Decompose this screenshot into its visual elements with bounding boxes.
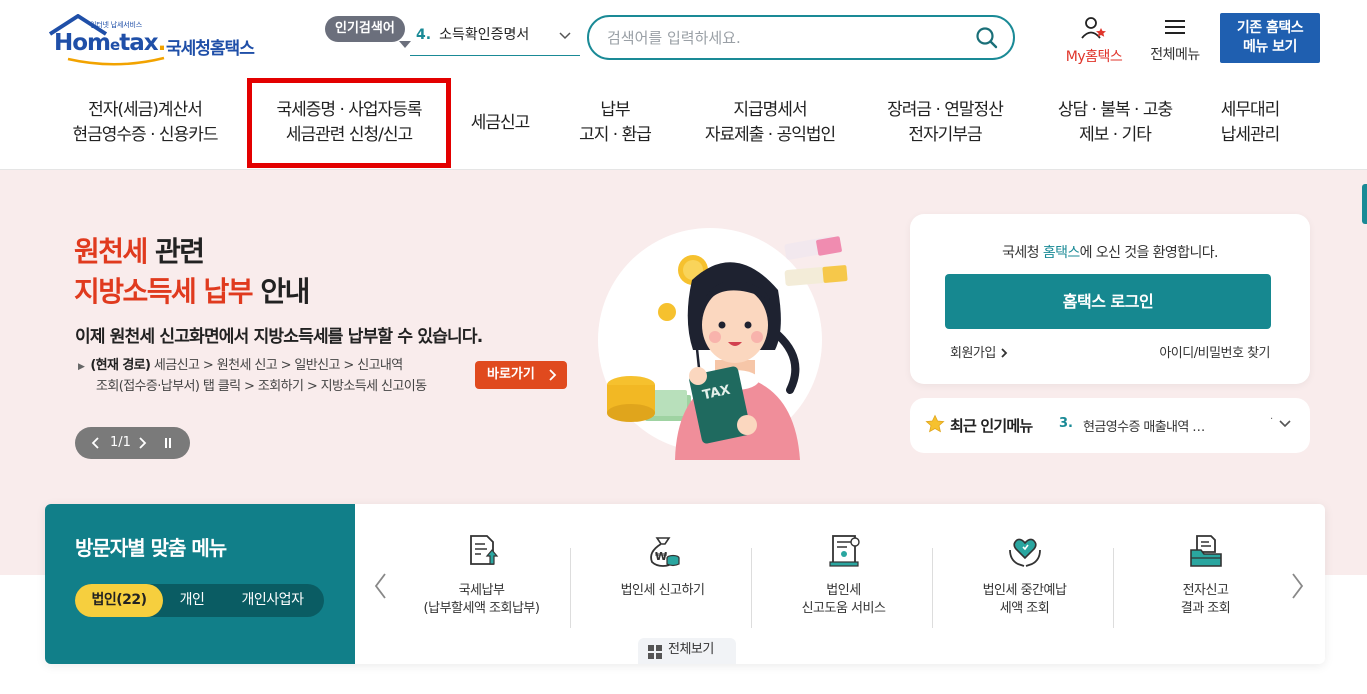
popular-search-badge: 인기검색어 [325,16,411,48]
visitor-custom-menu: 방문자별 맞춤 메뉴 법인(22) 개인 개인사업자 국세납부 (납부할세액 조… [45,504,1325,664]
star-icon [925,414,945,433]
goto-button[interactable]: 바로가기 [475,361,567,389]
all-menu-button[interactable]: 전체메뉴 [1143,16,1207,64]
my-hometax-button[interactable]: My홈택스 [1058,16,1130,66]
menu-item-label: 법인세 신고도움 서비스 [801,583,886,616]
popular-rank: 4. [416,27,432,43]
menu-item-e-filing-result[interactable]: 전자신고 결과 조회 [1115,504,1296,644]
logo-tagline: 인터넷 납세서비스 [90,21,142,29]
logo-wordmark: Hometax. [54,30,166,56]
nav-item-tax-filing[interactable]: 세금신고 [455,78,545,168]
chevron-right-icon [549,369,557,381]
logo-korean-name: 국세청홈택스 [166,39,255,59]
welcome-card: 국세청 홈택스에 오신 것을 환영합니다. 홈택스 로그인 회원가입 아이디/비… [910,214,1310,384]
main-nav: 전자(세금)계산서 현금영수증 · 신용카드 국세증명 · 사업자등록 세금관련… [0,78,1367,170]
nav-item-incentive-yearend[interactable]: 장려금 · 연말정산 전자기부금 [870,78,1020,168]
search-icon[interactable] [975,26,999,50]
my-hometax-label: My홈택스 [1065,49,1123,65]
grid-icon [648,645,662,659]
hero-illustration: TAX [598,228,848,460]
login-button[interactable]: 홈택스 로그인 [945,274,1271,329]
slider-indicator: 1/1 [110,435,131,450]
recent-menu-dot: · [1270,414,1274,425]
menu-divider [570,548,571,628]
nav-item-e-invoice[interactable]: 전자(세금)계산서 현금영수증 · 신용카드 [55,78,235,168]
folder-document-icon [1190,535,1222,567]
popular-search-keyword[interactable]: 4. 소득확인증명서 [410,22,580,56]
menu-item-label: 법인세 신고하기 [620,583,705,598]
hero-subtitle: 이제 원천세 신고화면에서 지방소득세를 납부할 수 있습니다. [75,327,483,347]
tax-payment-document-icon [470,535,499,565]
nav-item-certificate-registration[interactable]: 국세증명 · 사업자등록 세금관련 신청/신고 [247,78,451,168]
visitor-menu-header: 방문자별 맞춤 메뉴 법인(22) 개인 개인사업자 [45,504,355,664]
svg-text:₩: ₩ [655,550,667,563]
menu-item-corporate-tax-help[interactable]: 법인세 신고도움 서비스 [753,504,934,644]
hero-title: 원천세 관련 지방소득세 납부 안내 [74,235,310,308]
slider-prev-icon[interactable] [91,437,101,449]
recent-menu-label: 최근 인기메뉴 [950,417,1033,435]
logo-swoosh-icon [67,56,165,66]
visitor-tabs: 법인(22) 개인 개인사업자 [75,584,324,617]
menu-item-label: 전자신고 결과 조회 [1180,583,1231,616]
user-star-icon [1081,17,1106,39]
popular-keyword-text: 소득확인증명서 [439,27,530,43]
hometax-logo[interactable]: 인터넷 납세서비스 Hometax. 국세청홈택스 [48,14,268,66]
nav-item-payment[interactable]: 납부 고지 · 환급 [560,78,670,168]
all-menu-label: 전체메뉴 [1150,47,1200,63]
visitor-menu-title: 방문자별 맞춤 메뉴 [75,536,227,560]
side-quick-tab[interactable] [1362,184,1367,224]
triangle-bullet-icon: ▶ [78,362,85,372]
document-guide-icon [829,535,860,567]
menu-item-national-tax-payment[interactable]: 국세납부 (납부할세액 조회납부) [391,504,572,644]
old-hometax-menu-button[interactable]: 기존 홈택스 메뉴 보기 [1220,13,1320,63]
nav-item-tax-agent[interactable]: 세무대리 납세관리 [1200,78,1300,168]
nav-item-consultation[interactable]: 상담 · 불복 · 고충 제보 · 기타 [1040,78,1190,168]
nav-item-payment-statement[interactable]: 지급명세서 자료제출 · 공익법인 [685,78,855,168]
heart-hands-icon [1009,538,1041,567]
menu-item-label: 국세납부 (납부할세액 조회납부) [423,583,540,616]
menu-divider [1113,548,1114,628]
money-bag-icon: ₩ [650,537,680,567]
recent-menu-rank: 3. [1059,416,1073,431]
pause-icon[interactable] [163,437,173,449]
tab-sole-proprietor[interactable]: 개인사업자 [221,584,324,617]
carousel-prev-icon[interactable] [373,572,389,600]
menu-item-interim-prepayment[interactable]: 법인세 중간예납 세액 조회 [934,504,1115,644]
join-link[interactable]: 회원가입 [950,342,1009,361]
slider-next-icon[interactable] [137,437,147,449]
menu-divider [932,548,933,628]
slider-control: 1/1 [75,427,190,459]
carousel-next-icon[interactable] [1289,572,1305,600]
hero-path-guide: ▶ (현재 경로) 세금신고 > 원천세 신고 > 일반신고 > 신고내역 조회(… [78,358,427,394]
search-box [587,15,1015,60]
tab-individual[interactable]: 개인 [163,584,221,617]
tab-corporation[interactable]: 법인(22) [75,584,163,617]
search-input[interactable] [607,25,957,51]
recent-menu-item[interactable]: 현금영수증 매출내역 … [1083,416,1205,435]
chevron-right-icon [1001,348,1008,358]
chevron-down-icon[interactable] [558,28,572,42]
chevron-down-icon[interactable] [1278,419,1292,429]
site-header: 인터넷 납세서비스 Hometax. 국세청홈택스 인기검색어 4. 소득확인증명… [0,0,1367,78]
recent-popular-menu[interactable]: 최근 인기메뉴 3. 현금영수증 매출내역 … · [910,398,1310,453]
welcome-text: 국세청 홈택스에 오신 것을 환영합니다. [1002,245,1218,261]
view-all-button[interactable]: 전체보기 [638,638,736,664]
menu-item-label: 법인세 중간예납 세액 조회 [982,583,1067,616]
hamburger-menu-icon [1165,20,1185,34]
menu-item-corporate-tax-filing[interactable]: ₩ 법인세 신고하기 [572,504,753,644]
find-id-password-link[interactable]: 아이디/비밀번호 찾기 [1159,342,1270,361]
menu-divider [751,548,752,628]
